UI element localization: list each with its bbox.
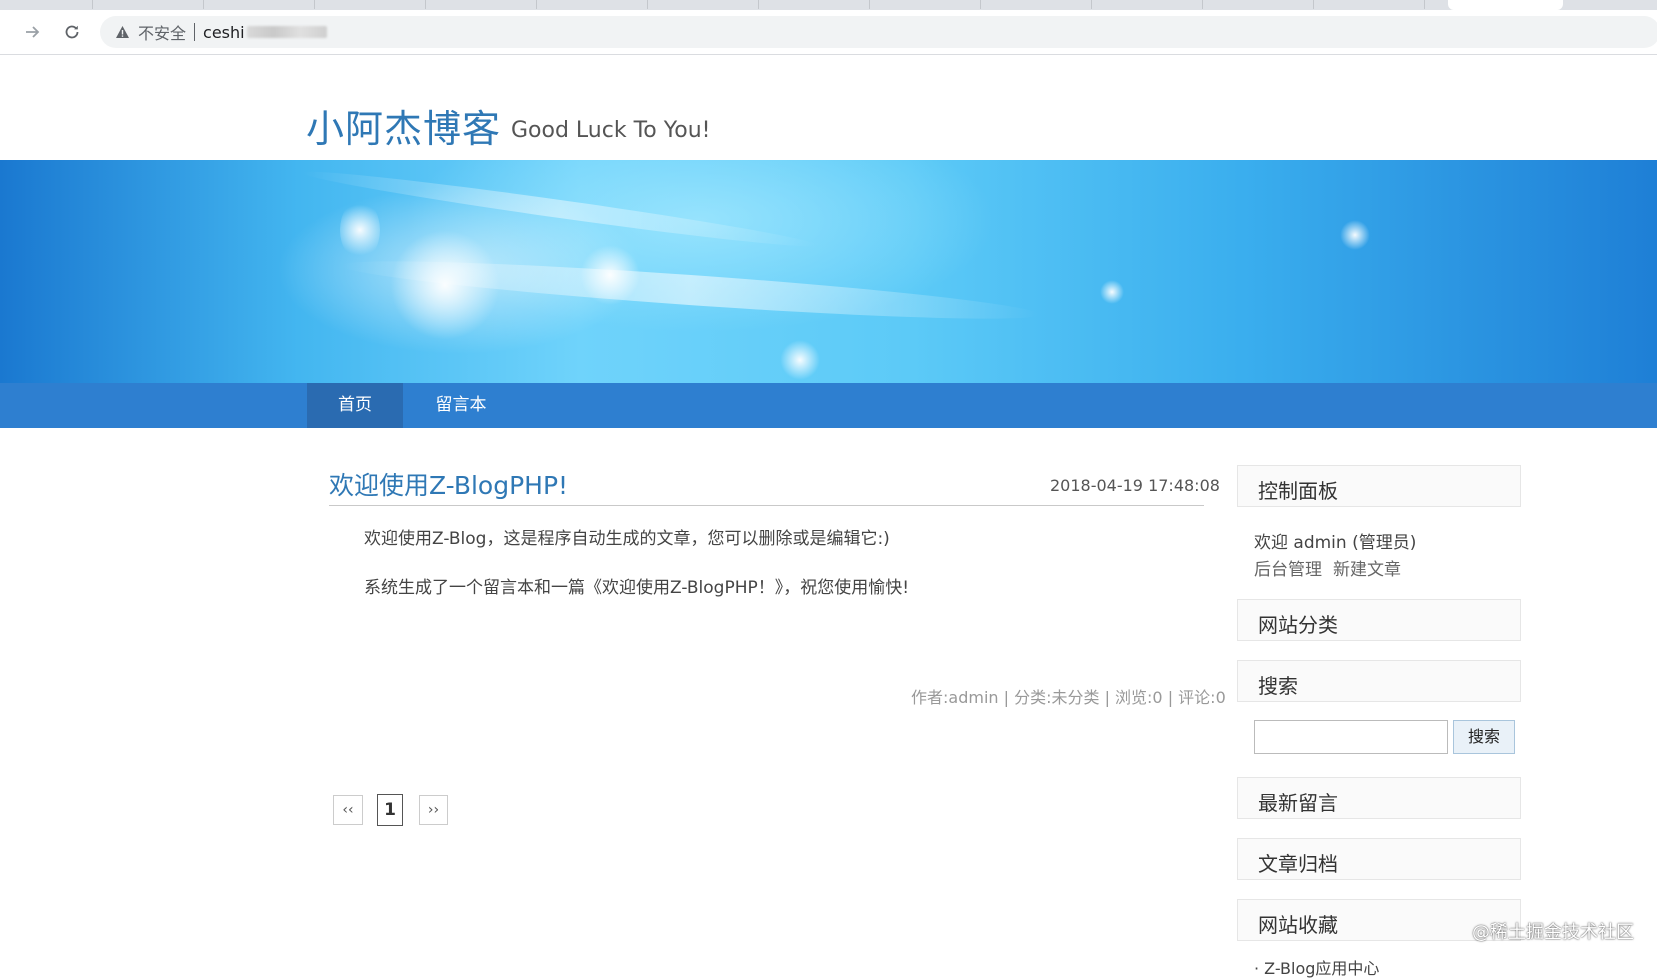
search-input[interactable]	[1254, 720, 1448, 754]
post-title[interactable]: 欢迎使用Z-BlogPHP!	[329, 466, 568, 502]
browser-toolbar: 不安全 ceshi	[0, 10, 1657, 55]
header-banner	[0, 160, 1657, 383]
browser-tab[interactable]	[981, 0, 1092, 9]
browser-tab-strip	[0, 0, 1657, 10]
site-subtitle: Good Luck To You!	[511, 118, 711, 143]
omnibox-separator	[194, 23, 196, 41]
url-text: ceshi	[203, 22, 245, 42]
post-date: 2018-04-19 17:48:08	[1050, 476, 1220, 495]
main-nav: 首页 留言本	[0, 383, 1657, 428]
browser-active-tab[interactable]	[1448, 0, 1563, 10]
welcome-text: 欢迎 admin (管理员)	[1254, 533, 1417, 553]
sidebar-title: 搜索	[1258, 674, 1298, 698]
sidebar-title: 最新留言	[1258, 791, 1338, 815]
sidebar-categories: 网站分类	[1237, 599, 1521, 641]
browser-tab[interactable]	[1203, 0, 1314, 9]
search-button[interactable]: 搜索	[1453, 720, 1515, 754]
favorites-link[interactable]: · Z-Blog应用中心	[1254, 955, 1379, 979]
post-meta: 作者:admin | 分类:未分类 | 浏览:0 | 评论:0	[911, 688, 1226, 707]
browser-tab[interactable]	[537, 0, 648, 9]
warning-icon	[114, 24, 130, 40]
sidebar-search: 搜索	[1237, 660, 1521, 702]
browser-tab[interactable]	[1314, 0, 1425, 9]
reload-icon[interactable]	[58, 18, 86, 46]
browser-tab[interactable]	[426, 0, 537, 9]
pagination-current[interactable]: 1	[377, 794, 403, 826]
sidebar-title: 网站分类	[1258, 613, 1338, 637]
browser-tab[interactable]	[93, 0, 204, 9]
browser-tab[interactable]	[759, 0, 870, 9]
forward-icon[interactable]	[18, 18, 46, 46]
pagination-prev[interactable]: ‹‹	[333, 795, 363, 825]
new-article-link[interactable]: 新建文章	[1333, 555, 1401, 580]
browser-tab[interactable]	[648, 0, 759, 9]
insecure-label: 不安全	[138, 24, 187, 43]
sidebar-title: 网站收藏	[1258, 913, 1338, 937]
browser-tab[interactable]	[204, 0, 315, 9]
browser-tab[interactable]	[0, 0, 93, 9]
post-paragraph: 欢迎使用Z-Blog，这是程序自动生成的文章，您可以删除或是编辑它:)	[364, 529, 890, 549]
nav-guestbook[interactable]: 留言本	[418, 383, 504, 428]
watermark: @稀土掘金技术社区	[1472, 922, 1634, 943]
sidebar-control-panel: 控制面板	[1237, 465, 1521, 507]
address-bar[interactable]: 不安全 ceshi	[100, 16, 1657, 48]
nav-home[interactable]: 首页	[307, 383, 403, 428]
sidebar-archives: 文章归档	[1237, 838, 1521, 880]
browser-tab[interactable]	[1092, 0, 1203, 9]
post-paragraph: 系统生成了一个留言本和一篇《欢迎使用Z-BlogPHP！》，祝您使用愉快!	[364, 578, 910, 598]
pagination-next[interactable]: ››	[419, 795, 448, 825]
browser-tab[interactable]	[870, 0, 981, 9]
browser-tab[interactable]	[315, 0, 426, 9]
sidebar-latest-comments: 最新留言	[1237, 777, 1521, 819]
redacted-url	[246, 26, 327, 38]
sidebar-title: 控制面板	[1258, 479, 1338, 503]
divider	[329, 505, 1204, 506]
site-title[interactable]: 小阿杰博客	[306, 98, 501, 153]
admin-link[interactable]: 后台管理	[1254, 555, 1322, 580]
sidebar-title: 文章归档	[1258, 852, 1338, 876]
